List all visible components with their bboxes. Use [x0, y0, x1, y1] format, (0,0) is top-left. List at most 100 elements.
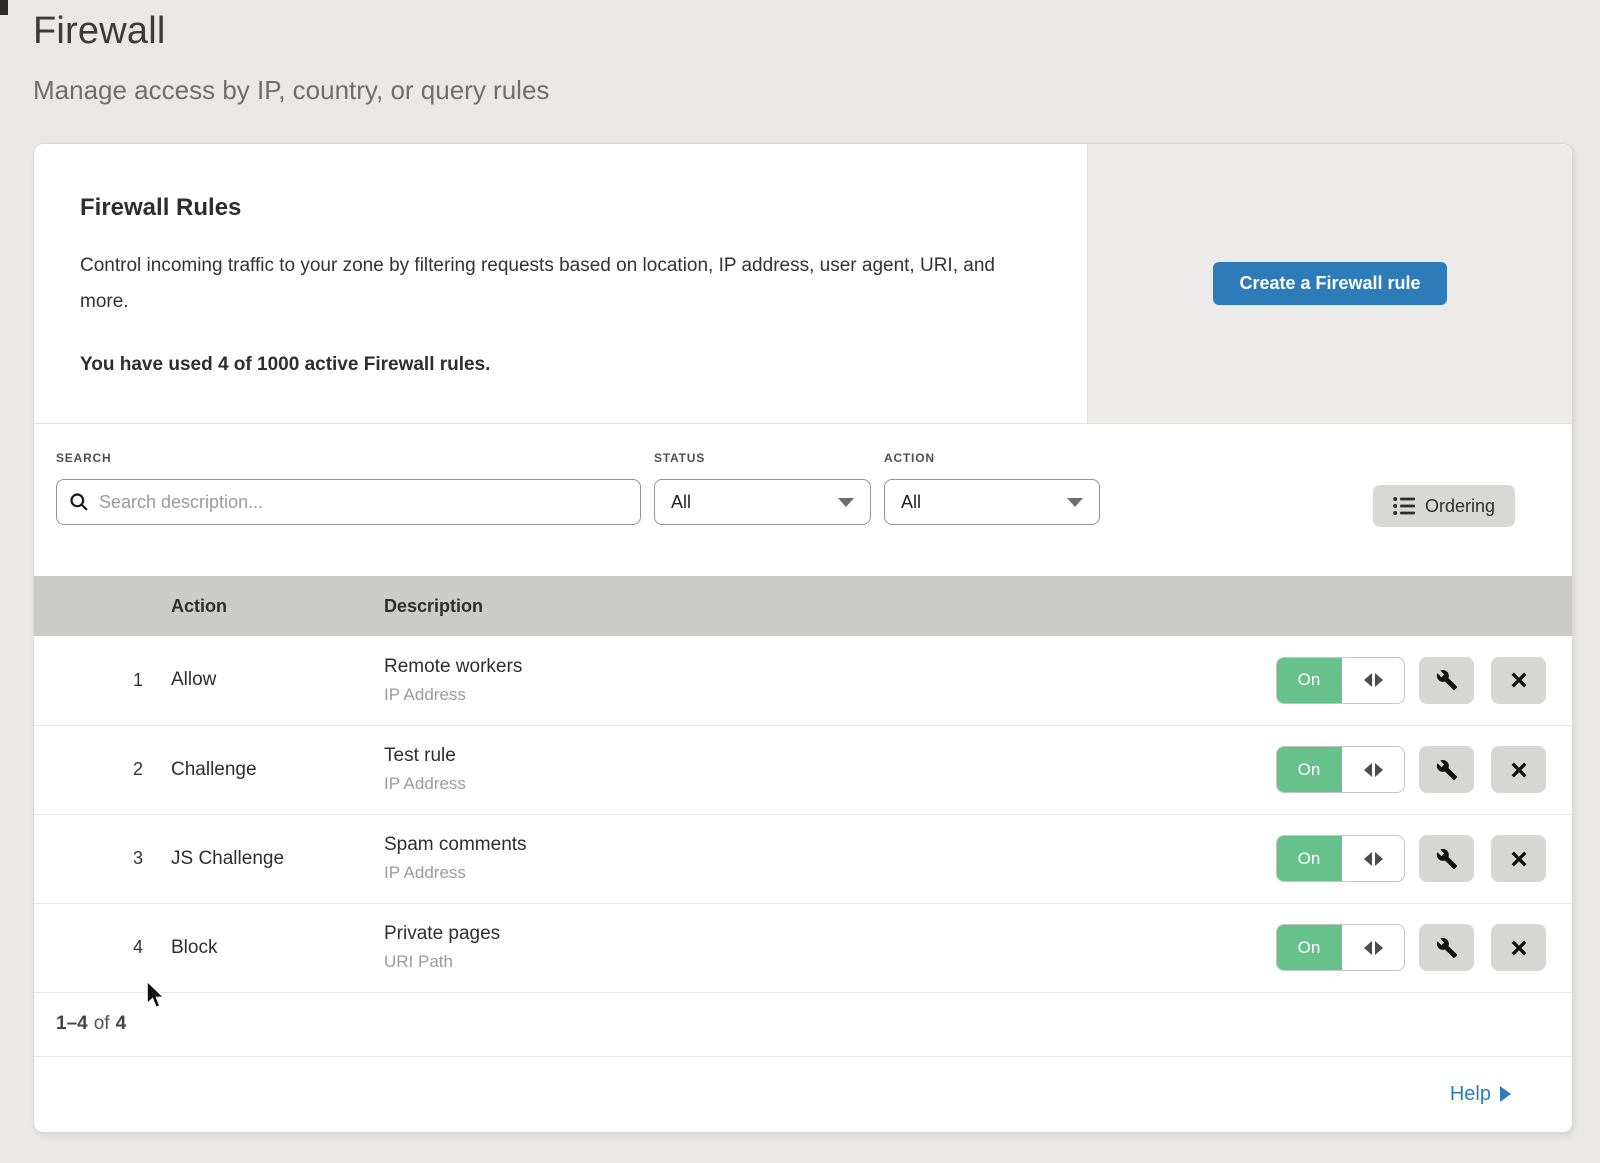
rule-priority-number: 1	[34, 670, 171, 691]
wrench-icon	[1436, 937, 1458, 959]
toggle-on-label: On	[1276, 835, 1342, 882]
rule-action-cell: JS Challenge	[171, 848, 384, 870]
arrow-left-icon	[1364, 763, 1372, 777]
delete-rule-button[interactable]	[1491, 835, 1546, 882]
intro-heading: Firewall Rules	[80, 194, 1017, 222]
action-selected-value: All	[901, 492, 921, 513]
rule-match-field: IP Address	[384, 774, 1242, 794]
search-icon	[69, 492, 89, 512]
status-label: STATUS	[654, 451, 871, 465]
rule-controls: On	[1242, 746, 1572, 793]
close-icon	[1508, 848, 1530, 870]
rule-enabled-toggle[interactable]: On	[1276, 835, 1405, 882]
rule-action-cell: Challenge	[171, 759, 384, 781]
table-row: 3 JS Challenge Spam comments IP Address …	[34, 814, 1572, 903]
intro-side-panel: Create a Firewall rule	[1087, 144, 1572, 423]
status-filter-group: STATUS All	[654, 451, 871, 525]
page-header: Firewall Manage access by IP, country, o…	[33, 10, 549, 106]
close-icon	[1508, 937, 1530, 959]
table-header: Action Description	[34, 576, 1572, 636]
help-link[interactable]: Help	[1450, 1083, 1511, 1106]
rule-match-field: URI Path	[384, 952, 1242, 972]
wrench-icon	[1436, 848, 1458, 870]
chevron-down-icon	[1067, 498, 1083, 507]
rule-match-field: IP Address	[384, 685, 1242, 705]
toggle-on-label: On	[1276, 924, 1342, 971]
card-footer: Help	[34, 1056, 1572, 1133]
create-firewall-rule-button[interactable]: Create a Firewall rule	[1213, 262, 1446, 305]
ordering-button[interactable]: Ordering	[1373, 485, 1515, 527]
rule-controls: On	[1242, 924, 1572, 971]
toggle-drag-handle[interactable]	[1342, 925, 1404, 970]
wrench-icon	[1436, 669, 1458, 691]
arrow-right-icon	[1375, 763, 1383, 777]
rule-action-cell: Block	[171, 937, 384, 959]
toggle-drag-handle[interactable]	[1342, 658, 1404, 703]
pagination-total: 4	[116, 1013, 127, 1035]
search-label: SEARCH	[56, 451, 641, 465]
rule-description-title: Spam comments	[384, 834, 1242, 856]
toggle-drag-handle[interactable]	[1342, 747, 1404, 792]
chevron-down-icon	[838, 498, 854, 507]
page-subtitle: Manage access by IP, country, or query r…	[33, 75, 549, 106]
rule-controls: On	[1242, 657, 1572, 704]
rule-description-title: Test rule	[384, 745, 1242, 767]
window-edge-artifact	[0, 0, 8, 15]
arrow-right-icon	[1375, 941, 1383, 955]
header-action-column: Action	[171, 596, 384, 617]
rule-description-title: Remote workers	[384, 656, 1242, 678]
action-label: ACTION	[884, 451, 1100, 465]
arrow-left-icon	[1364, 941, 1372, 955]
rule-action-cell: Allow	[171, 669, 384, 691]
arrow-right-icon	[1375, 673, 1383, 687]
status-selected-value: All	[671, 492, 691, 513]
header-description-column: Description	[384, 596, 1242, 617]
table-row: 1 Allow Remote workers IP Address On	[34, 636, 1572, 725]
rule-description-cell: Test rule IP Address	[384, 745, 1242, 794]
rule-enabled-toggle[interactable]: On	[1276, 746, 1405, 793]
action-filter-group: ACTION All	[884, 451, 1100, 525]
help-link-label: Help	[1450, 1083, 1491, 1106]
status-select[interactable]: All	[654, 479, 871, 525]
rule-description-cell: Private pages URI Path	[384, 923, 1242, 972]
wrench-icon	[1436, 759, 1458, 781]
search-box[interactable]	[56, 479, 641, 525]
rule-match-field: IP Address	[384, 863, 1242, 883]
rules-table-body: 1 Allow Remote workers IP Address On	[34, 636, 1572, 992]
edit-rule-button[interactable]	[1419, 835, 1474, 882]
edit-rule-button[interactable]	[1419, 746, 1474, 793]
rule-controls: On	[1242, 835, 1572, 882]
arrow-left-icon	[1364, 852, 1372, 866]
close-icon	[1508, 759, 1530, 781]
pagination-of-label: of	[88, 1013, 116, 1035]
search-filter-group: SEARCH	[56, 451, 641, 525]
table-row: 4 Block Private pages URI Path On	[34, 903, 1572, 992]
rule-description-title: Private pages	[384, 923, 1242, 945]
intro-text-block: Firewall Rules Control incoming traffic …	[34, 144, 1087, 423]
rule-description-cell: Remote workers IP Address	[384, 656, 1242, 705]
table-row: 2 Challenge Test rule IP Address On	[34, 725, 1572, 814]
delete-rule-button[interactable]	[1491, 746, 1546, 793]
rule-enabled-toggle[interactable]: On	[1276, 924, 1405, 971]
delete-rule-button[interactable]	[1491, 657, 1546, 704]
pagination-range: 1–4	[56, 1013, 88, 1035]
rule-enabled-toggle[interactable]: On	[1276, 657, 1405, 704]
arrow-right-icon	[1375, 852, 1383, 866]
delete-rule-button[interactable]	[1491, 924, 1546, 971]
arrow-left-icon	[1364, 673, 1372, 687]
intro-usage-count: You have used 4 of 1000 active Firewall …	[80, 354, 1017, 376]
help-arrow-icon	[1500, 1086, 1511, 1102]
toggle-on-label: On	[1276, 746, 1342, 793]
toggle-on-label: On	[1276, 657, 1342, 704]
intro-description: Control incoming traffic to your zone by…	[80, 248, 1017, 320]
search-input[interactable]	[99, 492, 628, 513]
edit-rule-button[interactable]	[1419, 657, 1474, 704]
ordering-button-label: Ordering	[1425, 496, 1495, 517]
rule-description-cell: Spam comments IP Address	[384, 834, 1242, 883]
pagination: 1–4 of 4	[34, 992, 1572, 1056]
intro-section: Firewall Rules Control incoming traffic …	[34, 144, 1572, 424]
toggle-drag-handle[interactable]	[1342, 836, 1404, 881]
rule-priority-number: 2	[34, 759, 171, 780]
action-select[interactable]: All	[884, 479, 1100, 525]
edit-rule-button[interactable]	[1419, 924, 1474, 971]
